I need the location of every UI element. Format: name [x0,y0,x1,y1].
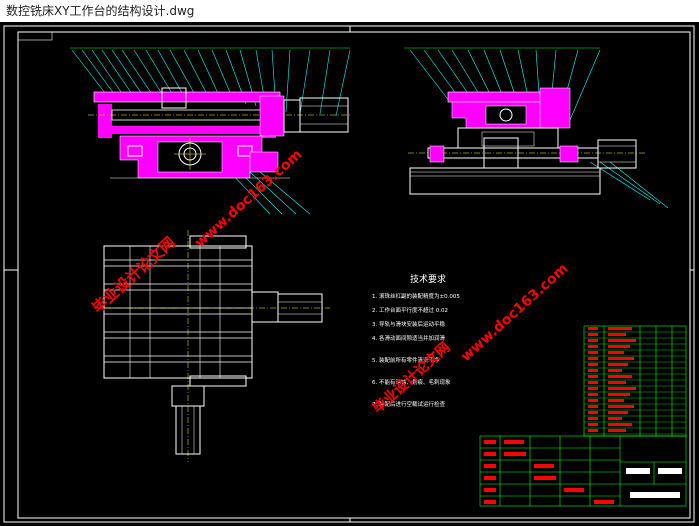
parts-list-entry [588,411,598,414]
parts-list-entry [608,363,628,366]
parts-list-entry [588,363,598,366]
watermarks: 毕业设计论文网 www.doc163.com 毕业设计论文网 www.doc16… [89,147,572,417]
parts-list-entries [588,327,636,432]
side-bearing-right [559,145,579,163]
parts-list-entry [588,333,598,336]
front-worktable [93,91,281,103]
parts-list-entry [588,393,598,396]
parts-list-entry [608,381,626,384]
front-saddle-body [112,126,262,134]
parts-list-entry [588,417,598,420]
side-view [404,47,669,209]
tech-note-4: 4. 各滑动面间隙适当并加润滑 [372,334,445,342]
front-saddle-left [98,104,112,138]
parts-list-entry [608,351,624,354]
watermark-url-2: www.doc163.com [458,261,571,365]
parts-list-entry [588,339,598,342]
parts-list-entry [588,381,598,384]
side-motor-mount [539,87,571,129]
parts-list-entry [588,327,598,330]
technical-requirements: 技术要求 1. 滚珠丝杠副的装配精度为±0.005 2. 工作台面平行度不超过 … [372,273,460,408]
parts-list-entry [608,387,636,390]
parts-list-entry [608,429,626,432]
tech-title: 技术要求 [410,273,446,285]
parts-list-table [583,325,687,437]
tech-note-1: 1. 滚珠丝杠副的装配精度为±0.005 [372,292,460,300]
parts-list-entry [588,351,598,354]
window-title: 数控铣床XY工作台的结构设计.dwg [6,4,195,18]
tech-note-3: 3. 导轨与滑块安装后运动平稳 [372,320,445,328]
top-view [94,230,330,462]
parts-list-entry [588,369,598,372]
parts-list-entry [608,417,622,420]
parts-list-entry [588,423,598,426]
parts-list-entry [588,405,598,408]
parts-list-entry [588,399,598,402]
parts-list-entry [588,429,598,432]
cad-drawing-canvas[interactable]: 技术要求 1. 滚珠丝杠副的装配精度为±0.005 2. 工作台面平行度不超过 … [0,22,699,526]
parts-list-rows [584,331,686,435]
parts-list-entry [588,345,598,348]
parts-list-entry [608,405,634,408]
drawing-svg: 技术要求 1. 滚珠丝杠副的装配精度为±0.005 2. 工作台面平行度不超过 … [3,25,695,523]
parts-list-entry [608,399,624,402]
parts-list-entry [608,333,626,336]
parts-list-entry [608,339,636,342]
parts-list-entry [588,375,598,378]
parts-list-entry [608,393,630,396]
parts-list-entry [608,369,622,372]
window-titlebar: 数控铣床XY工作台的结构设计.dwg [0,0,699,22]
top-view-motor-flange [251,291,279,323]
parts-list-entry [608,327,632,330]
front-view [70,47,351,215]
parts-list-entry [588,387,598,390]
parts-list-entry [608,345,630,348]
parts-list-entry [608,375,632,378]
parts-list-entry [608,423,632,426]
parts-list-entry [588,357,598,360]
front-bearing-seat [259,95,285,137]
inner-frame [17,31,691,519]
side-servo-motor [597,139,637,169]
parts-list-entry [608,357,634,360]
side-bearing-left [429,145,445,163]
parts-list-entry [608,411,628,414]
tech-note-2: 2. 工作台面平行度不超过 0.02 [372,306,448,314]
corner-label-box [17,31,53,41]
